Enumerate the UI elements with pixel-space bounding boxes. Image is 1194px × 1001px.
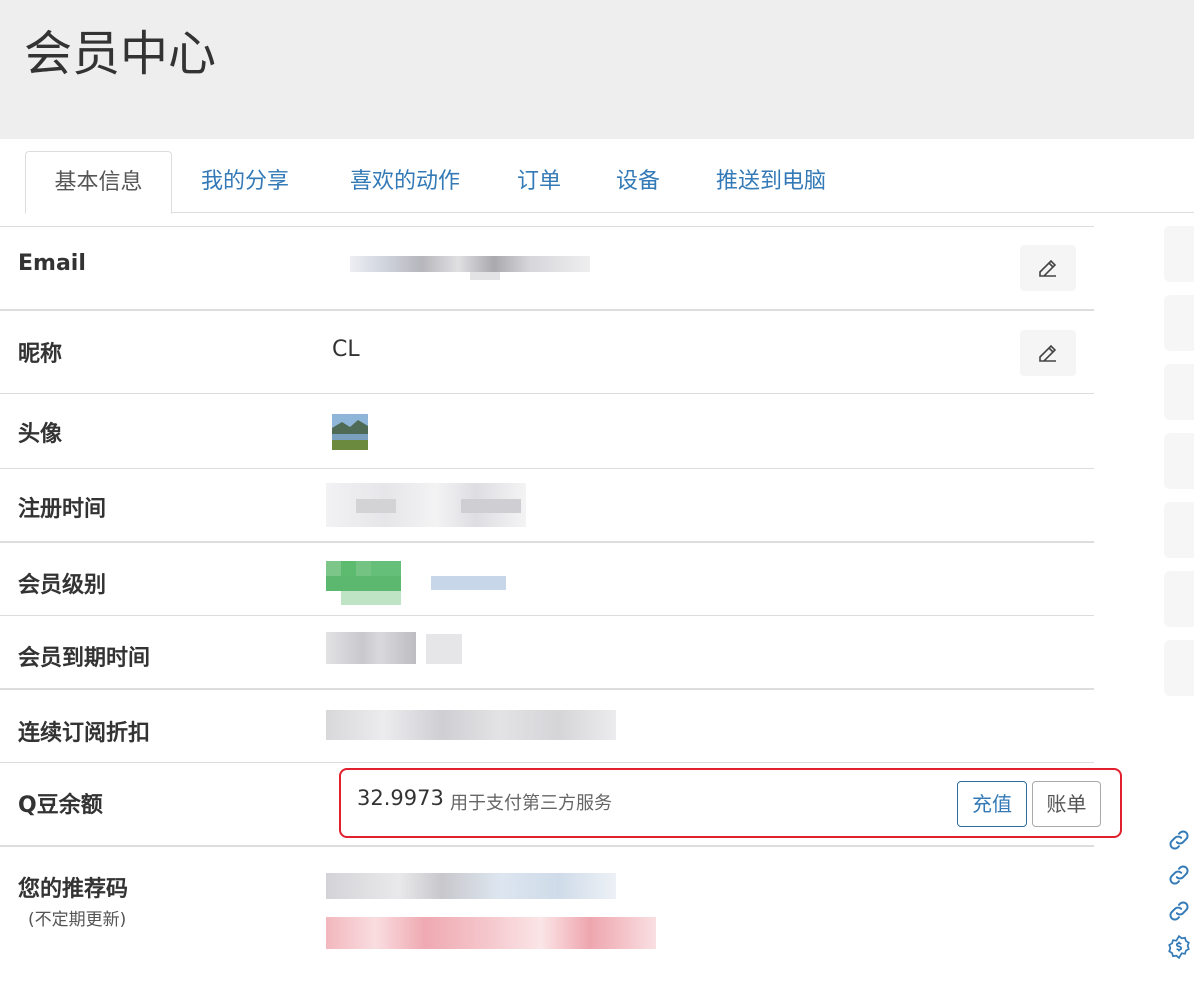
edit-icon [1039, 259, 1057, 277]
tab-orders[interactable]: 订单 [503, 151, 575, 213]
subscription-discount-label: 连续订阅折扣 [18, 721, 151, 746]
tab-devices[interactable]: 设备 [601, 151, 675, 213]
row-avatar: 头像 [0, 393, 1094, 468]
row-member-expire: 会员到期时间 [0, 615, 1094, 689]
member-expire-value-redacted [326, 632, 466, 668]
email-value-redacted [350, 244, 590, 280]
side-panel-block [1164, 640, 1194, 696]
email-label: Email [18, 251, 86, 276]
member-expire-label: 会员到期时间 [18, 646, 151, 671]
row-register-time: 注册时间 [0, 468, 1094, 542]
member-level-value-redacted [326, 561, 506, 605]
member-level-label: 会员级别 [18, 573, 107, 598]
link-icon[interactable] [1166, 862, 1192, 888]
tab-liked-actions[interactable]: 喜欢的动作 [333, 151, 477, 213]
subscription-discount-value-redacted [326, 710, 616, 742]
tab-bar: 基本信息 我的分享 喜欢的动作 订单 设备 推送到电脑 [25, 151, 1194, 214]
row-nickname: 昵称 CL [0, 309, 1094, 394]
link-icon[interactable] [1166, 827, 1192, 853]
avatar-label: 头像 [18, 422, 63, 447]
side-panel-block [1164, 295, 1194, 351]
edit-icon [1039, 344, 1057, 362]
side-panel-block [1164, 226, 1194, 282]
q-balance-note: 用于支付第三方服务 [450, 793, 612, 814]
page-title: 会员中心 [24, 26, 217, 82]
page-header: 会员中心 [0, 0, 1194, 139]
referral-value-redacted [326, 873, 656, 953]
nickname-value: CL [332, 337, 360, 362]
nickname-label: 昵称 [18, 342, 63, 367]
dollar-badge-icon[interactable] [1166, 934, 1192, 960]
side-panel-block [1164, 502, 1194, 558]
row-subscription-discount: 连续订阅折扣 [0, 688, 1094, 762]
q-balance-label: Q豆余额 [18, 793, 103, 818]
referral-label: 您的推荐码 [18, 877, 129, 902]
row-member-level: 会员级别 [0, 541, 1094, 616]
side-panel-block [1164, 571, 1194, 627]
edit-email-button[interactable] [1020, 245, 1076, 291]
side-panel-block [1164, 433, 1194, 489]
register-time-label: 注册时间 [18, 497, 107, 522]
tab-push-to-pc[interactable]: 推送到电脑 [701, 151, 841, 213]
register-time-value-redacted [326, 483, 526, 527]
bill-button[interactable]: 账单 [1032, 781, 1101, 827]
referral-sublabel: (不定期更新) [28, 910, 127, 930]
tab-my-shares[interactable]: 我的分享 [185, 151, 305, 213]
row-referral: 您的推荐码 (不定期更新) [0, 845, 1094, 965]
tab-basic-info[interactable]: 基本信息 [25, 151, 172, 214]
avatar [332, 414, 368, 450]
edit-nickname-button[interactable] [1020, 330, 1076, 376]
q-balance-value: 32.9973 [357, 786, 444, 810]
recharge-button[interactable]: 充值 [957, 781, 1027, 827]
link-icon[interactable] [1166, 898, 1192, 924]
side-panel-block [1164, 364, 1194, 420]
